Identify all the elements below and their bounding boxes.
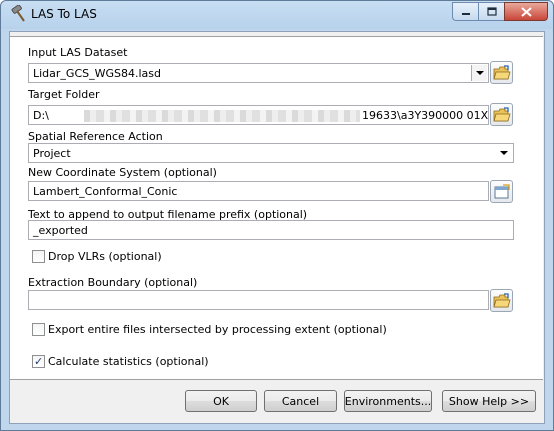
footer-separator <box>10 379 543 380</box>
drop-vlrs-label: Drop VLRs (optional) <box>48 250 162 263</box>
spatial-reference-action-select[interactable]: Project <box>28 143 514 163</box>
new-coordinate-system-value: Lambert_Conformal_Conic <box>33 185 178 198</box>
input-las-dataset-combo[interactable]: Lidar_GCS_WGS84.lasd <box>28 63 489 83</box>
open-folder-icon <box>492 106 511 121</box>
maximize-icon <box>486 7 497 16</box>
show-help-button[interactable]: Show Help >> <box>442 390 536 412</box>
drop-vlrs-checkbox[interactable] <box>32 250 45 263</box>
window-title: LAS To LAS <box>31 7 97 21</box>
filename-prefix-value: _exported <box>33 224 88 237</box>
chevron-down-icon <box>500 151 508 155</box>
ok-button[interactable]: OK <box>185 390 257 412</box>
spatial-reference-properties-button[interactable] <box>490 180 513 203</box>
browse-input-las-button[interactable] <box>490 61 513 84</box>
filename-prefix-input[interactable]: _exported <box>28 220 514 240</box>
dropdown-arrow[interactable] <box>471 65 487 81</box>
minimize-icon <box>461 12 470 15</box>
new-coordinate-system-label: New Coordinate System (optional) <box>28 166 217 179</box>
spatial-reference-properties-icon <box>494 183 510 198</box>
hammer-icon <box>11 5 25 22</box>
calculate-statistics-checkbox[interactable]: ✓ <box>32 355 45 368</box>
spatial-reference-action-label: Spatial Reference Action <box>28 130 163 143</box>
extraction-boundary-label: Extraction Boundary (optional) <box>28 276 198 289</box>
window-controls <box>452 2 548 22</box>
minimize-button[interactable] <box>452 2 478 21</box>
browse-target-folder-button[interactable] <box>490 103 513 126</box>
spatial-reference-action-value: Project <box>33 147 71 160</box>
target-folder-input[interactable]: D:\ 19633\a3Y390000 01XRaYEAW <box>28 105 489 125</box>
browse-extraction-boundary-button[interactable] <box>490 289 513 312</box>
input-las-dataset-label: Input LAS Dataset <box>28 46 128 59</box>
target-folder-path-tail: 19633\a3Y390000 01XRaYEAW <box>362 109 489 122</box>
open-folder-icon <box>492 64 511 79</box>
title-bar[interactable]: LAS To LAS <box>1 1 553 29</box>
environments-button[interactable]: Environments... <box>344 390 432 412</box>
target-folder-drive: D:\ <box>33 109 49 122</box>
close-button[interactable] <box>504 2 548 21</box>
redacted-path-segment <box>84 110 360 122</box>
calculate-statistics-label: Calculate statistics (optional) <box>48 355 209 368</box>
maximize-button[interactable] <box>478 2 504 21</box>
target-folder-label: Target Folder <box>28 88 100 101</box>
new-coordinate-system-input[interactable]: Lambert_Conformal_Conic <box>28 181 489 201</box>
dropdown-arrow[interactable] <box>496 145 512 161</box>
extraction-boundary-input[interactable] <box>28 290 489 310</box>
cancel-button[interactable]: Cancel <box>264 390 337 412</box>
export-entire-files-checkbox[interactable] <box>32 323 45 336</box>
input-las-dataset-value: Lidar_GCS_WGS84.lasd <box>33 67 162 80</box>
checkmark-icon: ✓ <box>34 355 44 368</box>
close-icon <box>520 6 532 17</box>
parameters-panel[interactable]: Input LAS Dataset Lidar_GCS_WGS84.lasd T… <box>10 36 543 379</box>
chevron-down-icon <box>475 71 484 75</box>
export-entire-files-label: Export entire files intersected by proce… <box>48 323 387 336</box>
open-folder-icon <box>492 292 511 307</box>
